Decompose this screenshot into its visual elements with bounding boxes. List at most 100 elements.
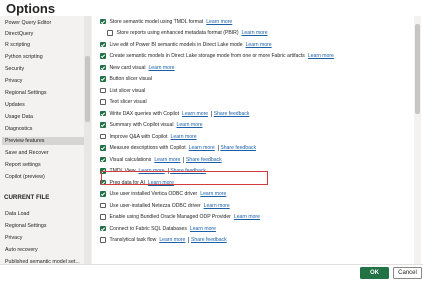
option-visual-calculations: Visual calculations Learn more Share feedb… xyxy=(100,155,222,164)
link-separator xyxy=(188,237,189,243)
option-store-reports-using-enhanced-metadata-format-pbir: Store reports using enhanced metadata fo… xyxy=(107,29,268,38)
learn-more-link[interactable]: Learn more xyxy=(176,122,202,128)
share-feedback-link[interactable]: Share feedback xyxy=(214,111,250,117)
dialog-title: Options xyxy=(6,1,56,16)
option-use-user-installed-netezza-odbc-driver: Use user-installed Netezza ODBC driver Le… xyxy=(100,201,230,210)
option-checkbox[interactable] xyxy=(100,18,106,25)
option-improve-q-a-with-copilot: Improve Q&A with Copilot Learn more xyxy=(100,132,197,141)
option-use-user-installed-vertica-odbc-driver: Use user installed Vertica ODBC driver Le… xyxy=(100,190,226,199)
learn-more-link[interactable]: Learn more xyxy=(189,145,215,151)
option-checkbox[interactable] xyxy=(100,156,106,163)
share-feedback-link[interactable]: Share feedback xyxy=(186,157,222,163)
option-connect-to-fabric-sql-databases: Connect to Fabric SQL Databases Learn mor… xyxy=(100,224,216,233)
option-label: New card visual xyxy=(109,64,146,71)
option-checkbox[interactable] xyxy=(100,53,106,59)
learn-more-link[interactable]: Learn more xyxy=(182,111,208,117)
option-label: Translytical task flow xyxy=(109,237,157,243)
option-measure-descriptions-with-copilot: Measure descriptions with Copilot Learn m… xyxy=(100,144,256,153)
option-checkbox[interactable] xyxy=(100,225,106,232)
learn-more-link[interactable]: Learn more xyxy=(200,191,226,197)
sidebar-file-item-privacy[interactable]: Privacy xyxy=(5,234,22,242)
learn-more-link[interactable]: Learn more xyxy=(206,19,232,25)
sidebar-file-item-regional-settings[interactable]: Regional Settings xyxy=(5,222,47,230)
content-scroll-thumb[interactable] xyxy=(415,24,420,114)
option-checkbox[interactable] xyxy=(100,202,106,209)
sidebar-scroll-thumb[interactable] xyxy=(85,56,90,122)
option-label: Use user-installed Netezza ODBC driver xyxy=(109,202,201,209)
link-separator xyxy=(217,145,219,151)
option-write-dax-queries-with-copilot: Write DAX queries with Copilot Learn more… xyxy=(100,109,249,118)
sidebar-item-save-and-recover[interactable]: Save and Recover xyxy=(5,149,49,157)
sidebar-scrollbar[interactable] xyxy=(84,16,91,264)
sidebar-item-updates[interactable]: Updates xyxy=(5,101,25,109)
option-checkbox[interactable] xyxy=(100,110,106,117)
learn-more-link[interactable]: Learn more xyxy=(246,42,272,48)
sidebar-file-item-auto-recovery[interactable]: Auto recovery xyxy=(5,246,38,254)
sidebar-item-preview-features[interactable]: Preview features xyxy=(2,137,84,145)
option-checkbox[interactable] xyxy=(100,87,106,94)
option-button-slicer-visual: Button slicer visual xyxy=(100,75,152,84)
option-new-card-visual: New card visual Learn more xyxy=(100,63,175,72)
sidebar-item-regional-settings[interactable]: Regional Settings xyxy=(5,89,47,97)
option-label: Button slicer visual xyxy=(109,76,152,82)
option-label: Write DAX queries with Copilot xyxy=(109,110,180,117)
option-store-semantic-model-using-tmdl-format: Store semantic model using TMDL format Le… xyxy=(100,17,232,26)
option-checkbox[interactable] xyxy=(100,99,106,105)
sidebar-item-copilot-preview[interactable]: Copilot (preview) xyxy=(5,173,45,181)
option-checkbox[interactable] xyxy=(100,122,106,128)
option-label: Connect to Fabric SQL Databases xyxy=(109,225,187,232)
learn-more-link[interactable]: Learn more xyxy=(154,157,180,163)
option-checkbox[interactable] xyxy=(100,145,106,151)
content-scrollbar[interactable] xyxy=(414,16,421,264)
sidebar-item-report-settings[interactable]: Report settings xyxy=(5,161,41,169)
learn-more-link[interactable]: Learn more xyxy=(242,30,268,36)
option-checkbox[interactable] xyxy=(100,76,106,82)
sidebar-item-privacy[interactable]: Privacy xyxy=(5,77,22,85)
learn-more-link[interactable]: Learn more xyxy=(204,203,230,209)
learn-more-link[interactable]: Learn more xyxy=(148,65,174,71)
option-label: Store semantic model using TMDL format xyxy=(109,18,204,25)
tmdl-view-highlight xyxy=(101,171,268,185)
option-checkbox[interactable] xyxy=(100,191,106,197)
sidebar-item-security[interactable]: Security xyxy=(5,65,24,73)
option-label: Enable using Bundled Oracle Managed ODP … xyxy=(109,214,231,220)
option-checkbox[interactable] xyxy=(100,64,106,71)
sidebar-item-power-query-editor[interactable]: Power Query Editor xyxy=(5,19,51,27)
learn-more-link[interactable]: Learn more xyxy=(308,53,334,59)
sidebar-item-r-scripting[interactable]: R scripting xyxy=(5,41,30,49)
option-checkbox[interactable] xyxy=(100,237,106,243)
option-label: List slicer visual xyxy=(109,87,146,94)
option-checkbox[interactable] xyxy=(100,133,106,140)
option-label: Use user installed Vertica ODBC driver xyxy=(109,191,198,197)
option-label: Live edit of Power BI semantic models in… xyxy=(109,41,243,48)
sidebar-item-directquery[interactable]: DirectQuery xyxy=(5,30,33,38)
learn-more-link[interactable]: Learn more xyxy=(234,214,260,220)
option-enable-using-bundled-oracle-managed-odp-provider: Enable using Bundled Oracle Managed ODP … xyxy=(100,213,260,222)
learn-more-link[interactable]: Learn more xyxy=(171,134,197,140)
share-feedback-link[interactable]: Share feedback xyxy=(220,145,256,151)
option-checkbox[interactable] xyxy=(100,214,106,220)
sidebar-file-item-data-load[interactable]: Data Load xyxy=(5,210,29,218)
ok-button[interactable]: OK xyxy=(360,267,389,279)
sidebar-item-diagnostics[interactable]: Diagnostics xyxy=(5,125,32,133)
learn-more-link[interactable]: Learn more xyxy=(190,226,216,232)
option-live-edit-of-power-bi-semantic-models-in-direct-lake-mode: Live edit of Power BI semantic models in… xyxy=(100,40,272,49)
option-checkbox[interactable] xyxy=(107,30,113,36)
option-translytical-task-flow: Translytical task flow Learn more Share fe… xyxy=(100,236,227,245)
link-separator xyxy=(211,110,212,117)
current-file-header: CURRENT FILE xyxy=(4,194,50,201)
share-feedback-link[interactable]: Share feedback xyxy=(191,237,227,243)
option-checkbox[interactable] xyxy=(100,41,106,48)
options-sidebar: Power Query Editor DirectQuery R scripting… xyxy=(0,16,92,264)
option-list-slicer-visual: List slicer visual xyxy=(100,86,145,95)
option-text-slicer-visual: Text slicer visual xyxy=(100,98,147,107)
learn-more-link[interactable]: Learn more xyxy=(159,237,185,243)
sidebar-item-python-scripting[interactable]: Python scripting xyxy=(5,53,43,61)
sidebar-item-usage-data[interactable]: Usage Data xyxy=(5,113,33,121)
preview-features-list: Store semantic model using TMDL format Le… xyxy=(96,16,412,264)
cancel-button[interactable]: Cancel xyxy=(393,267,422,279)
option-label: Visual calculations xyxy=(109,156,152,163)
option-label: Store reports using enhanced metadata fo… xyxy=(116,30,239,36)
link-separator xyxy=(183,156,184,163)
option-label: Improve Q&A with Copilot xyxy=(109,133,168,140)
